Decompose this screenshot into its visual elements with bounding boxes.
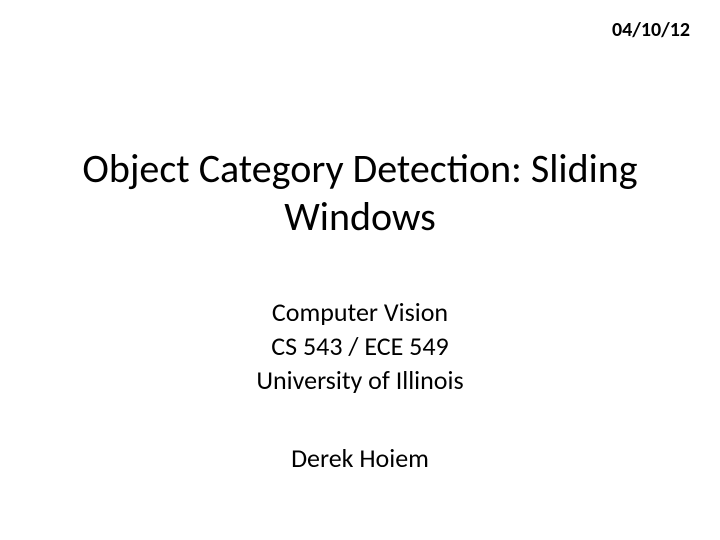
subtitle-block: Computer Vision CS 543 / ECE 549 Univers… <box>0 296 720 397</box>
subtitle-line-2: CS 543 / ECE 549 <box>0 330 720 364</box>
author-name: Derek Hoiem <box>0 442 720 476</box>
slide-content: Object Category Detection: Sliding Windo… <box>0 145 720 476</box>
slide-date: 04/10/12 <box>612 18 690 42</box>
subtitle-line-1: Computer Vision <box>0 296 720 330</box>
subtitle-line-3: University of Illinois <box>0 364 720 398</box>
slide-title: Object Category Detection: Sliding Windo… <box>0 145 720 241</box>
